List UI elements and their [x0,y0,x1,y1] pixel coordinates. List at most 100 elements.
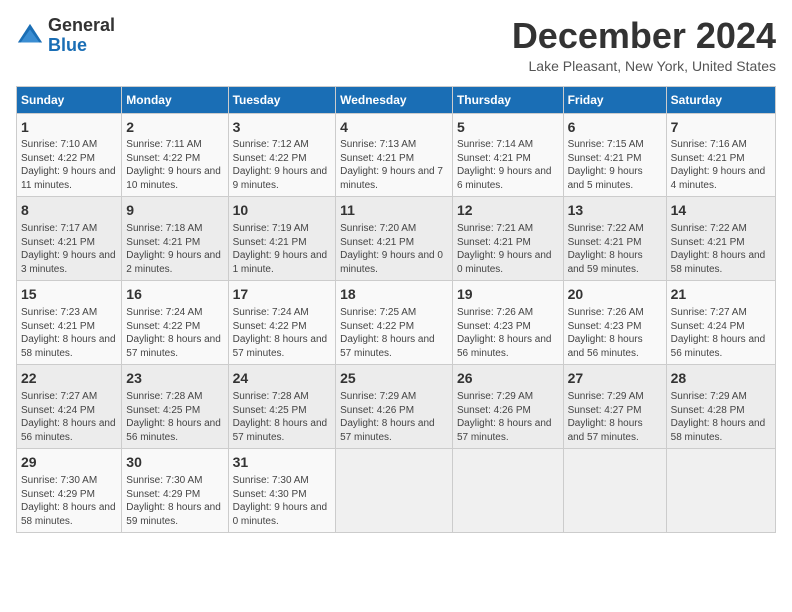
day-info: Sunrise: 7:29 AMSunset: 4:26 PMDaylight:… [340,390,448,444]
calendar-cell: 17 Sunrise: 7:24 AMSunset: 4:22 PMDayligh… [228,281,336,365]
calendar-cell: 19 Sunrise: 7:26 AMSunset: 4:23 PMDayligh… [452,281,563,365]
calendar-week-row: 1Sunrise: 7:10 AMSunset: 4:22 PMDaylight… [17,113,776,197]
calendar-title: December 2024 [512,16,776,56]
day-info: Sunrise: 7:26 AMSunset: 4:23 PMDaylight:… [457,306,559,360]
weekday-header-tuesday: Tuesday [228,86,336,113]
day-info: Sunrise: 7:11 AMSunset: 4:22 PMDaylight:… [126,138,223,192]
day-number: 26 [457,369,559,388]
calendar-cell: 24Sunrise: 7:28 AMSunset: 4:25 PMDayligh… [228,365,336,449]
day-info: Sunrise: 7:24 AMSunset: 4:22 PMDaylight:… [126,306,223,360]
day-info: Sunrise: 7:29 AMSunset: 4:27 PMDaylight:… [568,390,662,444]
day-info: Sunrise: 7:17 AMSunset: 4:21 PMDaylight:… [21,222,117,276]
calendar-cell: 23 Sunrise: 7:28 AMSunset: 4:25 PMDayligh… [122,365,228,449]
day-number: 30 [126,453,223,472]
calendar-cell: 12 Sunrise: 7:21 AMSunset: 4:21 PMDayligh… [452,197,563,281]
calendar-week-row: 22Sunrise: 7:27 AMSunset: 4:24 PMDayligh… [17,365,776,449]
calendar-cell: 28 Sunrise: 7:29 AMSunset: 4:28 PMDayligh… [666,365,775,449]
calendar-cell: 15Sunrise: 7:23 AMSunset: 4:21 PMDayligh… [17,281,122,365]
calendar-cell: 5Sunrise: 7:14 AMSunset: 4:21 PMDaylight… [452,113,563,197]
day-info: Sunrise: 7:30 AMSunset: 4:29 PMDaylight:… [21,474,117,528]
day-info: Sunrise: 7:21 AMSunset: 4:21 PMDaylight:… [457,222,559,276]
logo-blue: Blue [48,35,87,55]
day-number: 12 [457,201,559,220]
day-number: 23 [126,369,223,388]
calendar-cell: 10 Sunrise: 7:19 AMSunset: 4:21 PMDayligh… [228,197,336,281]
weekday-header-wednesday: Wednesday [336,86,453,113]
calendar-cell [666,449,775,533]
day-info: Sunrise: 7:24 AMSunset: 4:22 PMDaylight:… [233,306,332,360]
calendar-cell [563,449,666,533]
logo-general: General [48,15,115,35]
logo-text: General Blue [48,16,115,56]
calendar-cell: 31Sunrise: 7:30 AMSunset: 4:30 PMDayligh… [228,449,336,533]
page-header: General Blue December 2024 Lake Pleasant… [16,16,776,74]
logo: General Blue [16,16,115,56]
calendar-cell: 25 Sunrise: 7:29 AMSunset: 4:26 PMDayligh… [336,365,453,449]
calendar-subtitle: Lake Pleasant, New York, United States [512,58,776,74]
calendar-cell: 30 Sunrise: 7:30 AMSunset: 4:29 PMDayligh… [122,449,228,533]
calendar-week-row: 15Sunrise: 7:23 AMSunset: 4:21 PMDayligh… [17,281,776,365]
day-number: 16 [126,285,223,304]
calendar-cell: 3Sunrise: 7:12 AMSunset: 4:22 PMDaylight… [228,113,336,197]
calendar-cell: 14Sunrise: 7:22 AMSunset: 4:21 PMDayligh… [666,197,775,281]
day-info: Sunrise: 7:30 AMSunset: 4:29 PMDaylight:… [126,474,223,528]
weekday-header-saturday: Saturday [666,86,775,113]
day-info: Sunrise: 7:29 AMSunset: 4:26 PMDaylight:… [457,390,559,444]
day-number: 9 [126,201,223,220]
day-number: 19 [457,285,559,304]
calendar-cell: 11Sunrise: 7:20 AMSunset: 4:21 PMDayligh… [336,197,453,281]
calendar-cell: 4Sunrise: 7:13 AMSunset: 4:21 PMDaylight… [336,113,453,197]
logo-icon [16,22,44,50]
day-info: Sunrise: 7:14 AMSunset: 4:21 PMDaylight:… [457,138,559,192]
day-info: Sunrise: 7:27 AMSunset: 4:24 PMDaylight:… [671,306,771,360]
day-info: Sunrise: 7:29 AMSunset: 4:28 PMDaylight:… [671,390,771,444]
calendar-cell: 16 Sunrise: 7:24 AMSunset: 4:22 PMDayligh… [122,281,228,365]
day-number: 20 [568,285,662,304]
day-number: 2 [126,118,223,137]
day-number: 29 [21,453,117,472]
day-number: 28 [671,369,771,388]
day-number: 13 [568,201,662,220]
day-number: 1 [21,118,117,137]
day-number: 11 [340,201,448,220]
day-number: 18 [340,285,448,304]
title-section: December 2024 Lake Pleasant, New York, U… [512,16,776,74]
calendar-table: SundayMondayTuesdayWednesdayThursdayFrid… [16,86,776,533]
day-number: 10 [233,201,332,220]
day-info: Sunrise: 7:25 AMSunset: 4:22 PMDaylight:… [340,306,448,360]
calendar-cell: 18 Sunrise: 7:25 AMSunset: 4:22 PMDayligh… [336,281,453,365]
day-number: 24 [233,369,332,388]
weekday-header-sunday: Sunday [17,86,122,113]
day-number: 14 [671,201,771,220]
day-number: 21 [671,285,771,304]
day-info: Sunrise: 7:15 AMSunset: 4:21 PMDaylight:… [568,138,662,192]
day-number: 3 [233,118,332,137]
weekday-header-thursday: Thursday [452,86,563,113]
weekday-header-row: SundayMondayTuesdayWednesdayThursdayFrid… [17,86,776,113]
calendar-cell [452,449,563,533]
calendar-cell: 2Sunrise: 7:11 AMSunset: 4:22 PMDaylight… [122,113,228,197]
calendar-week-row: 8 Sunrise: 7:17 AMSunset: 4:21 PMDaylight… [17,197,776,281]
day-number: 17 [233,285,332,304]
calendar-cell [336,449,453,533]
calendar-cell: 22Sunrise: 7:27 AMSunset: 4:24 PMDayligh… [17,365,122,449]
day-info: Sunrise: 7:12 AMSunset: 4:22 PMDaylight:… [233,138,332,192]
weekday-header-friday: Friday [563,86,666,113]
day-info: Sunrise: 7:22 AMSunset: 4:21 PMDaylight:… [568,222,662,276]
calendar-cell: 8 Sunrise: 7:17 AMSunset: 4:21 PMDaylight… [17,197,122,281]
calendar-cell: 13 Sunrise: 7:22 AMSunset: 4:21 PMDayligh… [563,197,666,281]
calendar-week-row: 29 Sunrise: 7:30 AMSunset: 4:29 PMDayligh… [17,449,776,533]
calendar-cell: 9Sunrise: 7:18 AMSunset: 4:21 PMDaylight… [122,197,228,281]
day-number: 8 [21,201,117,220]
calendar-cell: 6Sunrise: 7:15 AMSunset: 4:21 PMDaylight… [563,113,666,197]
weekday-header-monday: Monday [122,86,228,113]
day-info: Sunrise: 7:16 AMSunset: 4:21 PMDaylight:… [671,138,771,192]
day-info: Sunrise: 7:19 AMSunset: 4:21 PMDaylight:… [233,222,332,276]
day-number: 25 [340,369,448,388]
day-number: 6 [568,118,662,137]
day-number: 7 [671,118,771,137]
day-info: Sunrise: 7:26 AMSunset: 4:23 PMDaylight:… [568,306,662,360]
day-number: 22 [21,369,117,388]
day-info: Sunrise: 7:28 AMSunset: 4:25 PMDaylight:… [126,390,223,444]
calendar-cell: 20 Sunrise: 7:26 AMSunset: 4:23 PMDayligh… [563,281,666,365]
